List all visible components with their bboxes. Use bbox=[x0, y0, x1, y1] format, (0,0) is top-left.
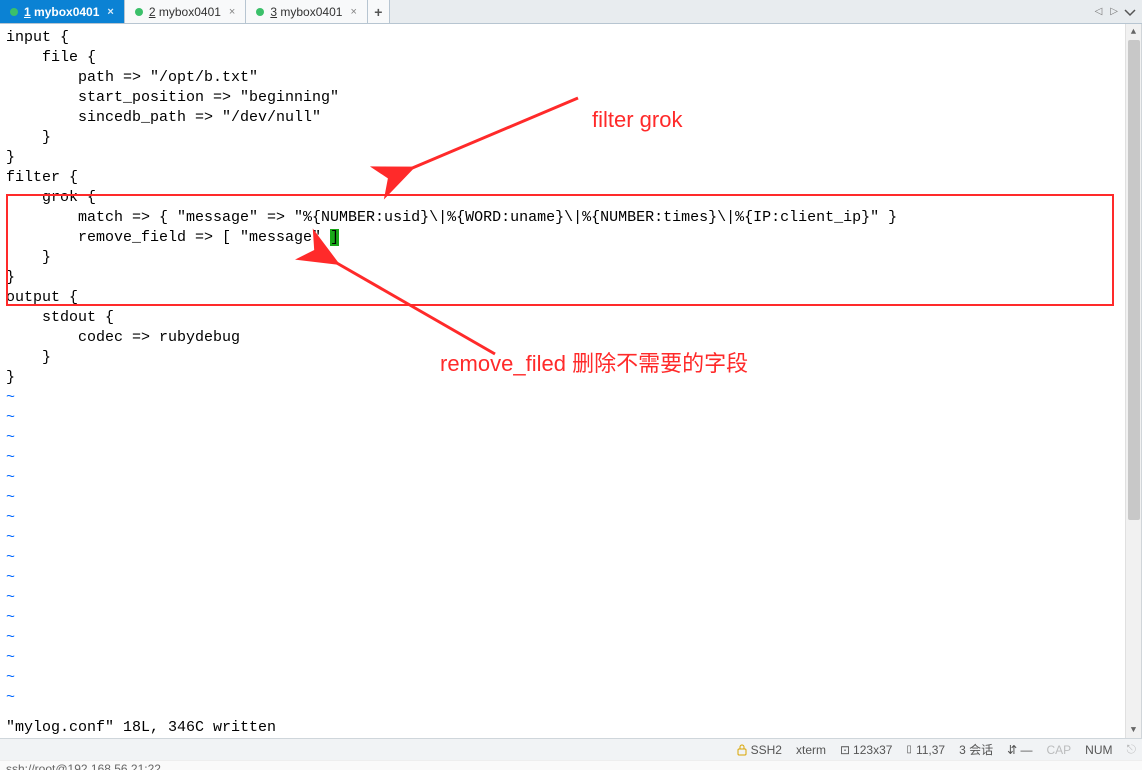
status-scroll-icon: ⎋ bbox=[1127, 742, 1137, 757]
status-proto: SSH2 bbox=[737, 743, 782, 757]
status-term: xterm bbox=[796, 743, 826, 757]
scroll-up-icon[interactable]: ▲ bbox=[1126, 24, 1141, 40]
close-icon[interactable]: × bbox=[227, 6, 237, 18]
tab-next-icon[interactable]: ▷ bbox=[1108, 6, 1120, 17]
tab-2[interactable]: 2 mybox0401 × bbox=[125, 0, 247, 23]
tab-number: 2 bbox=[149, 5, 156, 19]
tab-prev-icon[interactable]: ◁ bbox=[1093, 6, 1105, 17]
tab-menu-icon[interactable] bbox=[1124, 6, 1136, 18]
tab-3[interactable]: 3 mybox0401 × bbox=[246, 0, 368, 23]
tab-label: mybox0401 bbox=[280, 5, 342, 19]
status-sessions: 3 会话 bbox=[959, 741, 993, 758]
status-dot-icon bbox=[256, 8, 264, 16]
status-transfer: ⇵ — bbox=[1007, 743, 1032, 757]
close-icon[interactable]: × bbox=[348, 6, 358, 18]
scrollbar[interactable]: ▲ ▼ bbox=[1125, 24, 1141, 738]
tabbar-controls: ◁ ▷ bbox=[1087, 0, 1142, 23]
terminal-content: input { file { path => "/opt/b.txt" star… bbox=[0, 24, 1141, 712]
tab-number: 3 bbox=[270, 5, 277, 19]
status-dot-icon bbox=[135, 8, 143, 16]
scrollbar-thumb[interactable] bbox=[1128, 40, 1140, 520]
tab-label: mybox0401 bbox=[34, 5, 99, 19]
tab-label: mybox0401 bbox=[159, 5, 221, 19]
editor-status-line: "mylog.conf" 18L, 346C written bbox=[0, 718, 1125, 738]
tab-1[interactable]: 1 mybox0401 × bbox=[0, 0, 125, 23]
tab-bar: 1 mybox0401 × 2 mybox0401 × 3 mybox0401 … bbox=[0, 0, 1142, 24]
status-cap: CAP bbox=[1046, 743, 1071, 757]
status-num: NUM bbox=[1085, 743, 1112, 757]
status-size: ⊡ 123x37 bbox=[840, 743, 892, 757]
status-dot-icon bbox=[10, 8, 18, 16]
add-tab-button[interactable]: + bbox=[368, 0, 390, 23]
scroll-down-icon[interactable]: ▼ bbox=[1126, 722, 1141, 738]
status-position: ▯ 11,37 bbox=[906, 743, 945, 757]
lock-icon bbox=[737, 744, 747, 756]
tab-number: 1 bbox=[24, 5, 31, 19]
terminal[interactable]: input { file { path => "/opt/b.txt" star… bbox=[0, 24, 1142, 738]
ssh-path-line: ssh://root@192.168.56.21:22 bbox=[0, 760, 1142, 770]
close-icon[interactable]: × bbox=[105, 6, 115, 18]
app-status-bar: SSH2 xterm ⊡ 123x37 ▯ 11,37 3 会话 ⇵ — CAP… bbox=[0, 738, 1142, 760]
